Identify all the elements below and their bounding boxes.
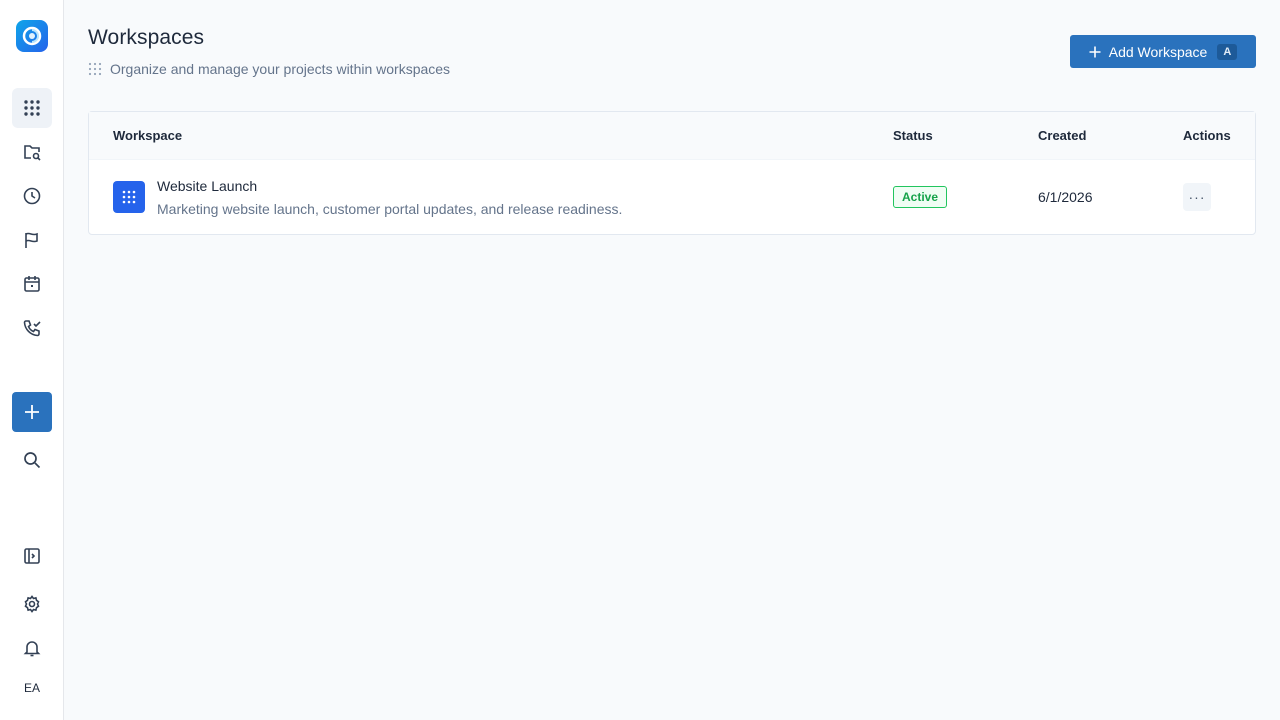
clock-icon bbox=[23, 187, 41, 205]
created-date: 6/1/2026 bbox=[1038, 189, 1093, 205]
page-title: Workspaces bbox=[88, 26, 205, 49]
workspace-name[interactable]: Website Launch bbox=[157, 178, 257, 194]
sidebar-search-button[interactable] bbox=[12, 440, 52, 480]
column-header-status[interactable]: Status bbox=[893, 128, 933, 143]
subtitle-text: Organize and manage your projects within… bbox=[110, 61, 451, 77]
sidebar-item-calendar[interactable] bbox=[12, 264, 52, 304]
sidebar-notifications-button[interactable] bbox=[12, 628, 52, 668]
workspace-icon bbox=[113, 181, 145, 213]
status-badge: Active bbox=[893, 186, 948, 208]
column-header-created[interactable]: Created bbox=[1038, 128, 1086, 143]
add-workspace-button[interactable]: Add Workspace A bbox=[1070, 35, 1256, 68]
shortcut-badge: A bbox=[1217, 43, 1238, 60]
sidebar: EA bbox=[0, 0, 64, 720]
phone-check-icon bbox=[23, 320, 41, 337]
sidebar-panel-icon bbox=[24, 548, 40, 564]
column-header-actions: Actions bbox=[1183, 128, 1231, 143]
table-header: Workspace Status Created Actions bbox=[89, 112, 1255, 160]
sidebar-item-workspaces[interactable] bbox=[12, 88, 52, 128]
page-subtitle: Organize and manage your projects within… bbox=[88, 60, 450, 78]
plus-icon bbox=[1089, 46, 1101, 57]
sidebar-toggle-button[interactable] bbox=[12, 536, 52, 576]
gear-icon bbox=[24, 595, 40, 613]
workspace-description: Marketing website launch, customer porta… bbox=[157, 201, 623, 217]
grid-icon bbox=[122, 190, 136, 204]
more-actions-button[interactable]: ··· bbox=[1183, 183, 1211, 211]
sidebar-item-history[interactable] bbox=[12, 176, 52, 216]
sidebar-item-milestones[interactable] bbox=[12, 220, 52, 260]
workspaces-table: Workspace Status Created Actions Website… bbox=[88, 111, 1256, 235]
sidebar-item-search-projects[interactable] bbox=[12, 132, 52, 172]
sidebar-add-button[interactable] bbox=[12, 392, 52, 432]
grid-icon bbox=[24, 100, 40, 116]
calendar-icon bbox=[24, 276, 40, 292]
sidebar-settings-button[interactable] bbox=[12, 584, 52, 624]
column-header-workspace[interactable]: Workspace bbox=[113, 128, 182, 143]
sidebar-item-calls[interactable] bbox=[12, 308, 52, 348]
search-icon bbox=[24, 452, 41, 469]
table-row[interactable]: Website Launch Marketing website launch,… bbox=[89, 160, 1255, 235]
more-icon: ··· bbox=[1188, 189, 1206, 205]
flag-icon bbox=[25, 232, 38, 248]
plus-icon bbox=[25, 405, 39, 419]
app-logo[interactable] bbox=[16, 20, 48, 52]
grid-dots-icon bbox=[88, 62, 102, 76]
logo-icon bbox=[22, 26, 42, 46]
bell-icon bbox=[23, 641, 41, 657]
add-workspace-label: Add Workspace bbox=[1108, 43, 1208, 60]
folder-search-icon bbox=[24, 145, 41, 161]
user-avatar[interactable]: EA bbox=[12, 676, 52, 700]
